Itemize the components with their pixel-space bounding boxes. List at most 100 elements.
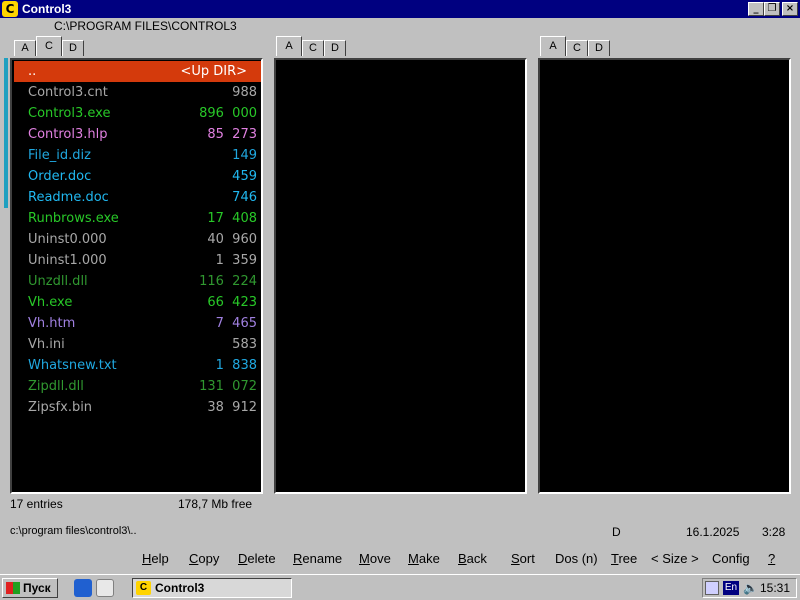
internet-explorer-icon[interactable] bbox=[74, 579, 92, 597]
control3-icon: C bbox=[136, 581, 151, 595]
fn--button[interactable]: ? bbox=[768, 551, 775, 566]
fn-tree-button[interactable]: Tree bbox=[611, 551, 637, 566]
current-path: C:\PROGRAM FILES\CONTROL3 bbox=[54, 19, 237, 33]
fn-move-button[interactable]: Move bbox=[359, 551, 391, 566]
tab-mid-a[interactable]: A bbox=[276, 36, 302, 56]
restore-button[interactable]: ❐ bbox=[764, 2, 780, 16]
file-row[interactable]: Control3.exe 896 000 bbox=[14, 103, 261, 124]
file-size: 1 838 bbox=[215, 358, 257, 373]
file-row[interactable]: Vh.htm 7 465 bbox=[14, 313, 261, 334]
taskbar-item-label: Control3 bbox=[155, 581, 205, 595]
fn-label-rest: ove bbox=[369, 551, 391, 566]
app-icon[interactable]: C bbox=[2, 1, 18, 17]
file-row[interactable]: Vh.exe 66 423 bbox=[14, 292, 261, 313]
fn-dos-n-button[interactable]: Dos (n) bbox=[555, 551, 598, 566]
right-file-panel[interactable] bbox=[538, 58, 791, 494]
fn-label-rest: ename bbox=[302, 551, 343, 566]
file-row[interactable]: Whatsnew.txt 1 838 bbox=[14, 355, 261, 376]
file-size: 116 224 bbox=[199, 274, 257, 289]
file-row[interactable]: Vh.ini 583 bbox=[14, 334, 261, 355]
file-size: <Up DIR> bbox=[180, 64, 247, 79]
up-dir-row[interactable]: .. <Up DIR> bbox=[14, 61, 261, 82]
left-drive-tabs: A C D bbox=[14, 36, 94, 56]
file-size: 583 bbox=[232, 337, 257, 352]
file-name: Uninst1.000 bbox=[28, 253, 107, 268]
right-drive-tabs: A C D bbox=[540, 36, 620, 56]
file-row[interactable]: Unzdll.dll 116 224 bbox=[14, 271, 261, 292]
fn-copy-button[interactable]: Copy bbox=[189, 551, 219, 566]
file-row[interactable]: Uninst1.000 1 359 bbox=[14, 250, 261, 271]
file-size: 1 359 bbox=[215, 253, 257, 268]
file-name: Zipsfx.bin bbox=[28, 400, 93, 415]
show-desktop-icon[interactable] bbox=[96, 579, 114, 597]
file-size: 7 465 bbox=[215, 316, 257, 331]
screen: C Control3 _ ❐ × C:\PROGRAM FILES\CONTRO… bbox=[0, 0, 800, 600]
fn-label-rest: ack bbox=[466, 551, 487, 566]
file-size: 746 bbox=[232, 190, 257, 205]
fn-make-button[interactable]: Make bbox=[408, 551, 440, 566]
fn-hotkey-letter: D bbox=[238, 551, 248, 566]
free-space: 178,7 Mb free bbox=[178, 497, 253, 511]
clock-display: 3:28 bbox=[762, 525, 786, 539]
tab-right-d[interactable]: D bbox=[588, 40, 610, 56]
fn-label-rest: ake bbox=[418, 551, 440, 566]
file-size: 896 000 bbox=[199, 106, 257, 121]
file-size: 149 bbox=[232, 148, 257, 163]
fn-hotkey-letter: M bbox=[359, 551, 370, 566]
taskbar: Пуск C Control3 En 🔈 15:31 bbox=[0, 574, 800, 600]
system-tray: En 🔈 15:31 bbox=[702, 578, 797, 598]
fn-help-button[interactable]: Help bbox=[142, 551, 169, 566]
file-row[interactable]: Order.doc 459 bbox=[14, 166, 261, 187]
fn-hotkey-letter: H bbox=[142, 551, 152, 566]
file-row[interactable]: Control3.hlp 85 273 bbox=[14, 124, 261, 145]
function-key-bar: Help Copy Delete Rename Move Make Back Sort Dos … bbox=[0, 546, 800, 572]
tab-right-a[interactable]: A bbox=[540, 36, 566, 56]
fn-back-button[interactable]: Back bbox=[458, 551, 487, 566]
fn-size-button[interactable]: < Size > bbox=[651, 551, 699, 566]
tab-mid-c[interactable]: C bbox=[302, 40, 324, 56]
fn-sort-button[interactable]: Sort bbox=[511, 551, 535, 566]
fn-config-button[interactable]: Config bbox=[712, 551, 750, 566]
file-name: Runbrows.exe bbox=[28, 211, 119, 226]
tab-left-a[interactable]: A bbox=[14, 40, 36, 56]
fn-rename-button[interactable]: Rename bbox=[293, 551, 342, 566]
file-name: File_id.diz bbox=[28, 148, 91, 163]
fn-hotkey-letter: B bbox=[458, 551, 467, 566]
file-name: .. bbox=[28, 64, 37, 79]
file-size: 17 408 bbox=[207, 211, 257, 226]
fn-label-rest: ree bbox=[618, 551, 638, 566]
current-drive: D bbox=[612, 525, 621, 539]
file-row[interactable]: File_id.diz 149 bbox=[14, 145, 261, 166]
minimize-icon: _ bbox=[753, 3, 759, 14]
minimize-button[interactable]: _ bbox=[748, 2, 764, 16]
tab-left-c[interactable]: C bbox=[36, 36, 62, 56]
file-size: 459 bbox=[232, 169, 257, 184]
file-row[interactable]: Runbrows.exe 17 408 bbox=[14, 208, 261, 229]
close-button[interactable]: × bbox=[782, 2, 798, 16]
file-row[interactable]: Control3.cnt 988 bbox=[14, 82, 261, 103]
taskbar-item-control3[interactable]: C Control3 bbox=[132, 578, 292, 598]
file-row[interactable]: Zipsfx.bin 38 912 bbox=[14, 397, 261, 418]
file-row[interactable]: Zipdll.dll 131 072 bbox=[14, 376, 261, 397]
tab-left-d[interactable]: D bbox=[62, 40, 84, 56]
title-bar[interactable]: C Control3 _ ❐ × bbox=[0, 0, 800, 18]
fn-delete-button[interactable]: Delete bbox=[238, 551, 276, 566]
mid-drive-tabs: A C D bbox=[276, 36, 356, 56]
volume-icon[interactable]: 🔈 bbox=[743, 581, 758, 595]
middle-file-panel[interactable] bbox=[274, 58, 527, 494]
network-icon[interactable] bbox=[705, 581, 719, 595]
tab-right-c[interactable]: C bbox=[566, 40, 588, 56]
file-row[interactable]: Readme.doc 746 bbox=[14, 187, 261, 208]
command-line[interactable]: c:\program files\control3\.. bbox=[10, 525, 137, 537]
start-button[interactable]: Пуск bbox=[2, 578, 58, 598]
tab-mid-d[interactable]: D bbox=[324, 40, 346, 56]
file-row[interactable]: Uninst0.000 40 960 bbox=[14, 229, 261, 250]
file-name: Readme.doc bbox=[28, 190, 109, 205]
file-name: Vh.ini bbox=[28, 337, 65, 352]
left-file-panel[interactable]: .. <Up DIR> Control3.cnt 988 Control3.exe 896… bbox=[10, 58, 263, 494]
language-indicator[interactable]: En bbox=[723, 581, 739, 595]
file-name: Whatsnew.txt bbox=[28, 358, 117, 373]
fn-label-rest: elp bbox=[151, 551, 169, 566]
file-name: Uninst0.000 bbox=[28, 232, 107, 247]
fn-hotkey-letter: S bbox=[511, 551, 520, 566]
